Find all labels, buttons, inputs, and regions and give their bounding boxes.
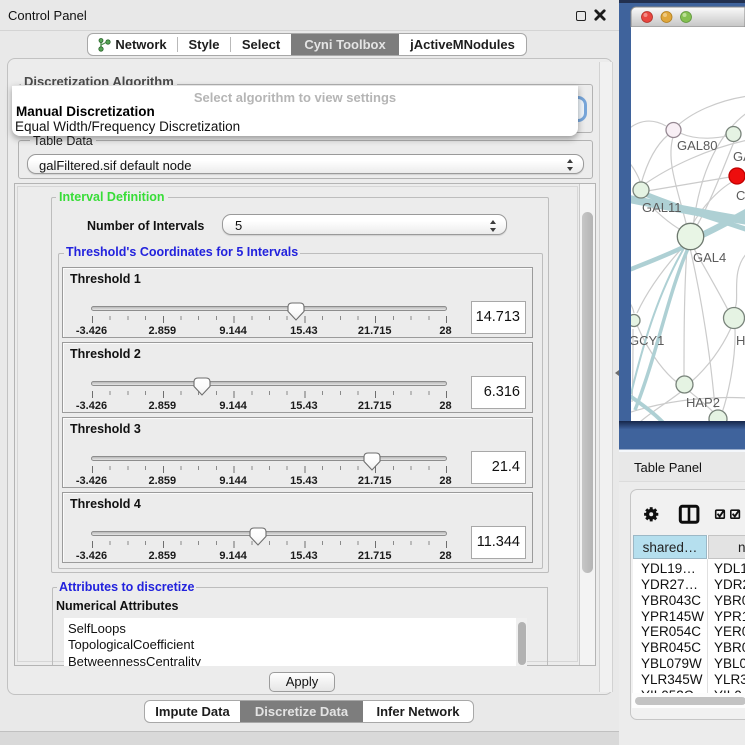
svg-text:GAL80: GAL80 [677, 138, 717, 153]
svg-text:HAP2: HAP2 [686, 395, 720, 410]
svg-text:C: C [736, 188, 745, 203]
svg-text:HI: HI [736, 333, 745, 348]
svg-text:GCY1: GCY1 [629, 333, 664, 348]
svg-text:GA: GA [733, 149, 745, 164]
svg-text:GAL11: GAL11 [642, 200, 682, 215]
svg-text:GAL4: GAL4 [693, 250, 726, 265]
